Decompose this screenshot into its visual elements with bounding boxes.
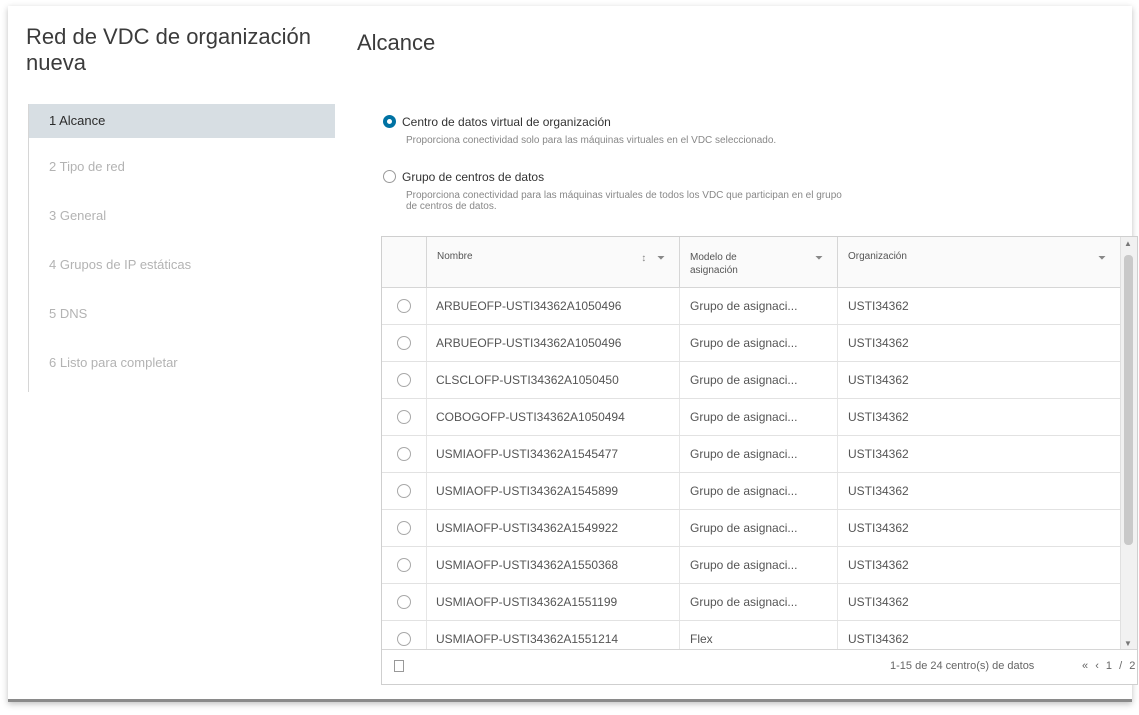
table-row[interactable]: ARBUEOFP-USTI34362A1050496 Grupo de asig… bbox=[382, 325, 1120, 362]
cell-org: USTI34362 bbox=[848, 484, 909, 498]
table-row[interactable]: CLSCLOFP-USTI34362A1050450 Grupo de asig… bbox=[382, 362, 1120, 399]
cell-name: USMIAOFP-USTI34362A1551199 bbox=[436, 595, 618, 609]
cell-model: Grupo de asignaci... bbox=[690, 484, 798, 498]
table-row[interactable]: USMIAOFP-USTI34362A1551199 Grupo de asig… bbox=[382, 584, 1120, 621]
scope-option-org-vdc[interactable]: Centro de datos virtual de organización … bbox=[383, 113, 856, 146]
table-footer: 1-15 de 24 centro(s) de datos « ‹ 1 / 2 … bbox=[382, 649, 1137, 684]
radio-dc-group[interactable] bbox=[383, 170, 396, 184]
cell-name: ARBUEOFP-USTI34362A1050496 bbox=[436, 336, 622, 350]
vdc-datagrid: Nombre ↕ ⏷ Modelo de asignación ⏷ Organi… bbox=[381, 236, 1138, 685]
radio-org-vdc[interactable] bbox=[383, 115, 396, 129]
pagination: « ‹ 1 / 2 › » bbox=[1082, 660, 1138, 672]
cell-org: USTI34362 bbox=[848, 447, 909, 461]
cell-name: COBOGOFP-USTI34362A1050494 bbox=[436, 410, 625, 424]
row-radio[interactable] bbox=[397, 447, 411, 461]
cell-org: USTI34362 bbox=[848, 336, 909, 350]
cell-model: Grupo de asignaci... bbox=[690, 558, 798, 572]
step-ready-to-complete[interactable]: 6 Listo para completar bbox=[29, 343, 335, 383]
first-page-icon[interactable]: « bbox=[1082, 660, 1090, 672]
row-radio[interactable] bbox=[397, 632, 411, 646]
row-radio[interactable] bbox=[397, 484, 411, 498]
cell-org: USTI34362 bbox=[848, 373, 909, 387]
prev-page-icon[interactable]: ‹ bbox=[1095, 660, 1101, 672]
page-indicator: 1 / 2 bbox=[1105, 660, 1138, 672]
cell-name: USMIAOFP-USTI34362A1549922 bbox=[436, 521, 619, 535]
cell-model: Grupo de asignaci... bbox=[690, 595, 798, 609]
cell-model: Grupo de asignaci... bbox=[690, 373, 798, 387]
cell-model: Grupo de asignaci... bbox=[690, 336, 798, 350]
table-scrollbar[interactable]: ▲ ▼ bbox=[1120, 237, 1137, 650]
column-org-label: Organización bbox=[848, 251, 907, 262]
page-title: Alcance bbox=[357, 30, 436, 55]
option-description: Proporciona conectividad para las máquin… bbox=[406, 190, 842, 212]
table-row[interactable]: USMIAOFP-USTI34362A1545899 Grupo de asig… bbox=[382, 473, 1120, 510]
step-static-ip-pools[interactable]: 4 Grupos de IP estáticas bbox=[29, 245, 335, 285]
cell-name: USMIAOFP-USTI34362A1545899 bbox=[436, 484, 619, 498]
cell-name: ARBUEOFP-USTI34362A1050496 bbox=[436, 299, 622, 313]
wizard-title: Red de VDC de organización nueva bbox=[26, 24, 311, 75]
cell-model: Grupo de asignaci... bbox=[690, 410, 798, 424]
sort-filter-icon[interactable]: ↕ ⏷ bbox=[641, 253, 669, 264]
column-name-label: Nombre bbox=[437, 251, 473, 262]
step-dns[interactable]: 5 DNS bbox=[29, 294, 335, 334]
option-label: Grupo de centros de datos bbox=[402, 169, 545, 184]
row-radio[interactable] bbox=[397, 336, 411, 350]
filter-icon[interactable]: ⏷ bbox=[1098, 253, 1110, 264]
column-allocation-model[interactable]: Modelo de asignación ⏷ bbox=[679, 237, 837, 287]
cell-org: USTI34362 bbox=[848, 299, 909, 313]
scrollbar-thumb[interactable] bbox=[1124, 255, 1133, 545]
cell-model: Grupo de asignaci... bbox=[690, 521, 798, 535]
option-label: Centro de datos virtual de organización bbox=[402, 114, 611, 129]
row-count: 1-15 de 24 centro(s) de datos bbox=[890, 660, 1035, 672]
row-radio[interactable] bbox=[397, 410, 411, 424]
row-radio[interactable] bbox=[397, 521, 411, 535]
row-radio[interactable] bbox=[397, 558, 411, 572]
column-organization[interactable]: Organización ⏷ bbox=[837, 237, 1120, 287]
column-toggle-icon[interactable] bbox=[394, 660, 404, 672]
cell-org: USTI34362 bbox=[848, 521, 909, 535]
table-row[interactable]: USMIAOFP-USTI34362A1545477 Grupo de asig… bbox=[382, 436, 1120, 473]
cell-org: USTI34362 bbox=[848, 558, 909, 572]
filter-icon[interactable]: ⏷ bbox=[815, 253, 827, 264]
scroll-down-icon[interactable]: ▼ bbox=[1124, 639, 1132, 648]
table-row[interactable]: COBOGOFP-USTI34362A1050494 Grupo de asig… bbox=[382, 399, 1120, 436]
cell-name: USMIAOFP-USTI34362A1550368 bbox=[436, 558, 619, 572]
table-row[interactable]: ARBUEOFP-USTI34362A1050496 Grupo de asig… bbox=[382, 288, 1120, 325]
row-radio[interactable] bbox=[397, 373, 411, 387]
cell-model: Grupo de asignaci... bbox=[690, 299, 798, 313]
cell-org: USTI34362 bbox=[848, 410, 909, 424]
cell-name: CLSCLOFP-USTI34362A1050450 bbox=[436, 373, 619, 387]
option-description: Proporciona conectividad solo para las m… bbox=[406, 135, 777, 146]
column-model-label: Modelo de asignación bbox=[690, 252, 738, 276]
table-row[interactable]: USMIAOFP-USTI34362A1550368 Grupo de asig… bbox=[382, 547, 1120, 584]
table-header: Nombre ↕ ⏷ Modelo de asignación ⏷ Organi… bbox=[382, 237, 1120, 288]
table-body: ARBUEOFP-USTI34362A1050496 Grupo de asig… bbox=[382, 288, 1120, 658]
scope-option-dc-group[interactable]: Grupo de centros de datos Proporciona co… bbox=[383, 168, 846, 212]
scroll-up-icon[interactable]: ▲ bbox=[1124, 239, 1132, 248]
step-scope[interactable]: 1 Alcance bbox=[29, 104, 335, 138]
row-radio[interactable] bbox=[397, 595, 411, 609]
cell-model: Grupo de asignaci... bbox=[690, 447, 798, 461]
table-row[interactable]: USMIAOFP-USTI34362A1549922 Grupo de asig… bbox=[382, 510, 1120, 547]
column-name[interactable]: Nombre ↕ ⏷ bbox=[426, 237, 679, 287]
row-radio[interactable] bbox=[397, 299, 411, 313]
cell-org: USTI34362 bbox=[848, 595, 909, 609]
step-general[interactable]: 3 General bbox=[29, 196, 335, 236]
wizard-steps: 1 Alcance 2 Tipo de red 3 General 4 Grup… bbox=[28, 104, 335, 392]
step-network-type[interactable]: 2 Tipo de red bbox=[29, 147, 335, 187]
cell-name: USMIAOFP-USTI34362A1545477 bbox=[436, 447, 619, 461]
